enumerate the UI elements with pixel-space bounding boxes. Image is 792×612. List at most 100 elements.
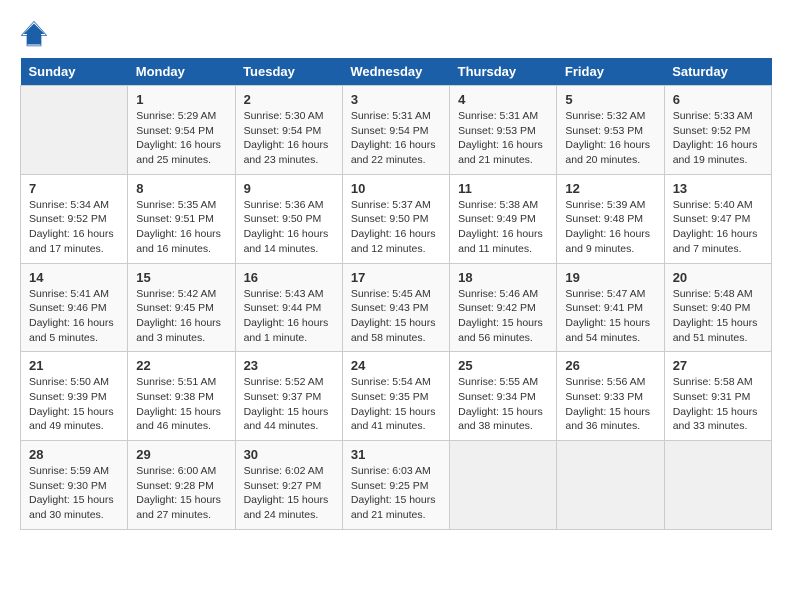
day-number: 16 <box>244 270 334 285</box>
calendar-cell: 23Sunrise: 5:52 AM Sunset: 9:37 PM Dayli… <box>235 352 342 441</box>
cell-content: Sunrise: 6:00 AM Sunset: 9:28 PM Dayligh… <box>136 464 226 523</box>
day-number: 21 <box>29 358 119 373</box>
day-number: 3 <box>351 92 441 107</box>
cell-content: Sunrise: 5:58 AM Sunset: 9:31 PM Dayligh… <box>673 375 763 434</box>
calendar-cell: 30 Sunrise: 6:02 AM Sunset: 9:27 PM Dayli… <box>235 441 342 530</box>
day-number: 13 <box>673 181 763 196</box>
calendar-cell: 29Sunrise: 6:00 AM Sunset: 9:28 PM Dayli… <box>128 441 235 530</box>
cell-content: Sunrise: 6:03 AM Sunset: 9:25 PM Dayligh… <box>351 464 441 523</box>
cell-content: Sunrise: 5:47 AM Sunset: 9:41 PM Dayligh… <box>565 287 655 346</box>
calendar-cell: 4 Sunrise: 5:31 AM Sunset: 9:53 PM Daylig… <box>450 86 557 175</box>
cell-content: Sunrise: 6:02 AM Sunset: 9:27 PM Dayligh… <box>244 464 334 523</box>
cell-content: Sunrise: 5:54 AM Sunset: 9:35 PM Dayligh… <box>351 375 441 434</box>
calendar-cell: 11 Sunrise: 5:38 AM Sunset: 9:49 PM Dayli… <box>450 174 557 263</box>
calendar-cell: 1 Sunrise: 5:29 AM Sunset: 9:54 PM Daylig… <box>128 86 235 175</box>
day-number: 30 <box>244 447 334 462</box>
cell-content: Sunrise: 5:59 AM Sunset: 9:30 PM Dayligh… <box>29 464 119 523</box>
day-number: 9 <box>244 181 334 196</box>
day-number: 28 <box>29 447 119 462</box>
day-number: 27 <box>673 358 763 373</box>
calendar-cell: 14 Sunrise: 5:41 AM Sunset: 9:46 PM Dayli… <box>21 263 128 352</box>
day-number: 17 <box>351 270 441 285</box>
calendar-cell: 18 Sunrise: 5:46 AM Sunset: 9:42 PM Dayli… <box>450 263 557 352</box>
logo <box>20 20 52 48</box>
calendar-cell: 28 Sunrise: 5:59 AM Sunset: 9:30 PM Dayli… <box>21 441 128 530</box>
cell-content: Sunrise: 5:39 AM Sunset: 9:48 PM Dayligh… <box>565 198 655 257</box>
day-number: 5 <box>565 92 655 107</box>
calendar-week-row: 21 Sunrise: 5:50 AM Sunset: 9:39 PM Dayli… <box>21 352 772 441</box>
calendar-cell: 3Sunrise: 5:31 AM Sunset: 9:54 PM Daylig… <box>342 86 449 175</box>
day-number: 19 <box>565 270 655 285</box>
calendar-cell: 8Sunrise: 5:35 AM Sunset: 9:51 PM Daylig… <box>128 174 235 263</box>
day-number: 12 <box>565 181 655 196</box>
calendar-cell: 2Sunrise: 5:30 AM Sunset: 9:54 PM Daylig… <box>235 86 342 175</box>
calendar-cell: 9 Sunrise: 5:36 AM Sunset: 9:50 PM Daylig… <box>235 174 342 263</box>
weekday-header-thursday: Thursday <box>450 58 557 86</box>
weekday-header-saturday: Saturday <box>664 58 771 86</box>
cell-content: Sunrise: 5:46 AM Sunset: 9:42 PM Dayligh… <box>458 287 548 346</box>
calendar-week-row: 14 Sunrise: 5:41 AM Sunset: 9:46 PM Dayli… <box>21 263 772 352</box>
calendar-header: SundayMondayTuesdayWednesdayThursdayFrid… <box>21 58 772 86</box>
calendar-cell: 31 Sunrise: 6:03 AM Sunset: 9:25 PM Dayli… <box>342 441 449 530</box>
day-number: 26 <box>565 358 655 373</box>
day-number: 11 <box>458 181 548 196</box>
calendar-cell <box>450 441 557 530</box>
day-number: 22 <box>136 358 226 373</box>
cell-content: Sunrise: 5:32 AM Sunset: 9:53 PM Dayligh… <box>565 109 655 168</box>
cell-content: Sunrise: 5:38 AM Sunset: 9:49 PM Dayligh… <box>458 198 548 257</box>
cell-content: Sunrise: 5:40 AM Sunset: 9:47 PM Dayligh… <box>673 198 763 257</box>
calendar-table: SundayMondayTuesdayWednesdayThursdayFrid… <box>20 58 772 530</box>
cell-content: Sunrise: 5:48 AM Sunset: 9:40 PM Dayligh… <box>673 287 763 346</box>
logo-icon <box>20 20 48 48</box>
day-number: 10 <box>351 181 441 196</box>
day-number: 2 <box>244 92 334 107</box>
day-number: 7 <box>29 181 119 196</box>
weekday-header-wednesday: Wednesday <box>342 58 449 86</box>
cell-content: Sunrise: 5:41 AM Sunset: 9:46 PM Dayligh… <box>29 287 119 346</box>
day-number: 20 <box>673 270 763 285</box>
cell-content: Sunrise: 5:33 AM Sunset: 9:52 PM Dayligh… <box>673 109 763 168</box>
cell-content: Sunrise: 5:52 AM Sunset: 9:37 PM Dayligh… <box>244 375 334 434</box>
calendar-cell: 7 Sunrise: 5:34 AM Sunset: 9:52 PM Daylig… <box>21 174 128 263</box>
calendar-cell: 12 Sunrise: 5:39 AM Sunset: 9:48 PM Dayli… <box>557 174 664 263</box>
day-number: 14 <box>29 270 119 285</box>
day-number: 1 <box>136 92 226 107</box>
calendar-cell <box>21 86 128 175</box>
calendar-cell: 15 Sunrise: 5:42 AM Sunset: 9:45 PM Dayli… <box>128 263 235 352</box>
cell-content: Sunrise: 5:34 AM Sunset: 9:52 PM Dayligh… <box>29 198 119 257</box>
calendar-cell: 16 Sunrise: 5:43 AM Sunset: 9:44 PM Dayli… <box>235 263 342 352</box>
calendar-cell: 13 Sunrise: 5:40 AM Sunset: 9:47 PM Dayli… <box>664 174 771 263</box>
weekday-header-tuesday: Tuesday <box>235 58 342 86</box>
weekday-header-monday: Monday <box>128 58 235 86</box>
calendar-cell <box>664 441 771 530</box>
weekday-header-friday: Friday <box>557 58 664 86</box>
calendar-week-row: 28 Sunrise: 5:59 AM Sunset: 9:30 PM Dayli… <box>21 441 772 530</box>
cell-content: Sunrise: 5:29 AM Sunset: 9:54 PM Dayligh… <box>136 109 226 168</box>
page-header <box>20 20 772 48</box>
cell-content: Sunrise: 5:35 AM Sunset: 9:51 PM Dayligh… <box>136 198 226 257</box>
day-number: 18 <box>458 270 548 285</box>
calendar-cell: 19 Sunrise: 5:47 AM Sunset: 9:41 PM Dayli… <box>557 263 664 352</box>
day-number: 24 <box>351 358 441 373</box>
cell-content: Sunrise: 5:36 AM Sunset: 9:50 PM Dayligh… <box>244 198 334 257</box>
calendar-cell: 27 Sunrise: 5:58 AM Sunset: 9:31 PM Dayli… <box>664 352 771 441</box>
cell-content: Sunrise: 5:42 AM Sunset: 9:45 PM Dayligh… <box>136 287 226 346</box>
calendar-cell: 21 Sunrise: 5:50 AM Sunset: 9:39 PM Dayli… <box>21 352 128 441</box>
calendar-cell: 6Sunrise: 5:33 AM Sunset: 9:52 PM Daylig… <box>664 86 771 175</box>
cell-content: Sunrise: 5:56 AM Sunset: 9:33 PM Dayligh… <box>565 375 655 434</box>
calendar-week-row: 7 Sunrise: 5:34 AM Sunset: 9:52 PM Daylig… <box>21 174 772 263</box>
cell-content: Sunrise: 5:55 AM Sunset: 9:34 PM Dayligh… <box>458 375 548 434</box>
calendar-cell: 26 Sunrise: 5:56 AM Sunset: 9:33 PM Dayli… <box>557 352 664 441</box>
day-number: 25 <box>458 358 548 373</box>
cell-content: Sunrise: 5:31 AM Sunset: 9:53 PM Dayligh… <box>458 109 548 168</box>
day-number: 31 <box>351 447 441 462</box>
calendar-cell: 20 Sunrise: 5:48 AM Sunset: 9:40 PM Dayli… <box>664 263 771 352</box>
day-number: 4 <box>458 92 548 107</box>
calendar-cell: 17Sunrise: 5:45 AM Sunset: 9:43 PM Dayli… <box>342 263 449 352</box>
cell-content: Sunrise: 5:43 AM Sunset: 9:44 PM Dayligh… <box>244 287 334 346</box>
calendar-cell: 24 Sunrise: 5:54 AM Sunset: 9:35 PM Dayli… <box>342 352 449 441</box>
cell-content: Sunrise: 5:50 AM Sunset: 9:39 PM Dayligh… <box>29 375 119 434</box>
weekday-header-sunday: Sunday <box>21 58 128 86</box>
day-number: 15 <box>136 270 226 285</box>
calendar-body: 1 Sunrise: 5:29 AM Sunset: 9:54 PM Daylig… <box>21 86 772 530</box>
